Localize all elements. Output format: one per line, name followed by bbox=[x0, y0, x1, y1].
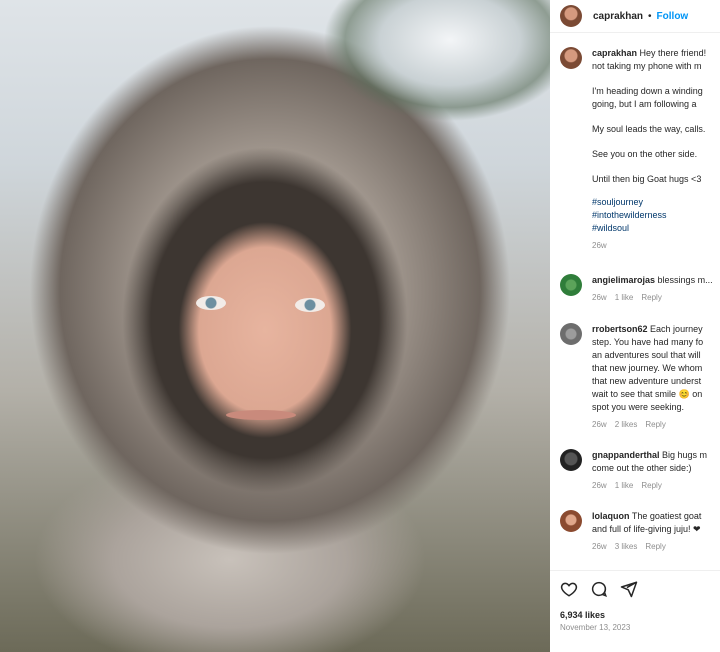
comment-item: rrobertson62 Each journey step. You have… bbox=[560, 323, 720, 431]
commenter-username[interactable]: rrobertson62 bbox=[592, 324, 648, 334]
caption-username[interactable]: caprakhan bbox=[592, 48, 637, 58]
caption-line: not taking my phone with m bbox=[592, 61, 702, 71]
comment-age: 26w bbox=[592, 481, 607, 490]
commenter-avatar[interactable] bbox=[560, 323, 582, 345]
comment-item: lolaquon The goatiest goat and full of l… bbox=[560, 510, 720, 553]
comment-item: angielimarojas blessings m... 26w 1 like R… bbox=[560, 274, 720, 304]
post-photo[interactable] bbox=[0, 0, 550, 652]
caption-line: going, but I am following a bbox=[592, 99, 697, 109]
commenter-avatar[interactable] bbox=[560, 274, 582, 296]
comment-text: spot you were seeking. bbox=[592, 402, 685, 412]
share-icon[interactable] bbox=[620, 580, 638, 603]
comment-text: step. You have had many fo bbox=[592, 337, 704, 347]
comment-text: that new journey. We whom bbox=[592, 363, 703, 373]
comment-text: come out the other side:) bbox=[592, 463, 692, 473]
caption-line: My soul leads the way, calls. bbox=[592, 124, 706, 134]
commenter-avatar[interactable] bbox=[560, 510, 582, 532]
comment-icon[interactable] bbox=[590, 580, 608, 603]
caption-line: See you on the other side. bbox=[592, 149, 698, 159]
right-eye bbox=[295, 298, 325, 312]
comment-likes[interactable]: 3 likes bbox=[615, 542, 638, 551]
heart-icon[interactable] bbox=[560, 580, 578, 603]
comment-item: gnappanderthal Big hugs m come out the o… bbox=[560, 449, 720, 492]
comment-age: 26w bbox=[592, 420, 607, 429]
comment-text: blessings m... bbox=[657, 275, 713, 285]
commenter-username[interactable]: gnappanderthal bbox=[592, 450, 660, 460]
post-header: caprakhan • Follow bbox=[550, 0, 720, 33]
reply-button[interactable]: Reply bbox=[641, 481, 661, 490]
comment-text: that new adventure underst bbox=[592, 376, 702, 386]
comment-text: wait to see that smile 😊 on bbox=[592, 389, 703, 399]
caption-line: Until then big Goat hugs <3 bbox=[592, 174, 702, 184]
likes-count[interactable]: 6,934 likes bbox=[560, 610, 710, 620]
comment-text: and full of life-giving juju! ❤ bbox=[592, 524, 701, 534]
comment-age: 26w bbox=[592, 542, 607, 551]
reply-button[interactable]: Reply bbox=[641, 293, 661, 302]
author-username[interactable]: caprakhan bbox=[593, 11, 643, 22]
post-side-panel: caprakhan • Follow caprakhan Hey there f… bbox=[550, 0, 720, 652]
mouth bbox=[226, 410, 296, 420]
caption-age: 26w bbox=[592, 241, 607, 250]
commenter-username[interactable]: lolaquon bbox=[592, 511, 630, 521]
comment-text: an adventures soul that will bbox=[592, 350, 701, 360]
reply-button[interactable]: Reply bbox=[645, 542, 665, 551]
caption-line: Hey there friend! bbox=[639, 48, 707, 58]
comment-age: 26w bbox=[592, 293, 607, 302]
comment-text: Big hugs m bbox=[662, 450, 708, 460]
comment-likes[interactable]: 2 likes bbox=[615, 420, 638, 429]
hashtag-link[interactable]: #wildsoul bbox=[592, 222, 706, 235]
author-avatar[interactable] bbox=[560, 5, 582, 27]
reply-button[interactable]: Reply bbox=[645, 420, 665, 429]
comment-text: Each journey bbox=[650, 324, 703, 334]
left-eye bbox=[196, 296, 226, 310]
commenter-avatar[interactable] bbox=[560, 449, 582, 471]
snowy-tree-background bbox=[260, 0, 550, 180]
follow-button[interactable]: Follow bbox=[657, 11, 689, 22]
hashtag-link[interactable]: #intothewilderness bbox=[592, 209, 706, 222]
comment-text: The goatiest goat bbox=[631, 511, 702, 521]
comment-likes[interactable]: 1 like bbox=[615, 293, 634, 302]
post-actions: 6,934 likes November 13, 2023 bbox=[550, 570, 720, 652]
post-date: November 13, 2023 bbox=[560, 623, 631, 632]
comment-likes[interactable]: 1 like bbox=[615, 481, 634, 490]
hashtag-link[interactable]: #souljourney bbox=[592, 196, 706, 209]
caption-line: I'm heading down a winding bbox=[592, 86, 703, 96]
post-caption: caprakhan Hey there friend! not taking m… bbox=[560, 47, 720, 252]
caption-avatar[interactable] bbox=[560, 47, 582, 69]
commenter-username[interactable]: angielimarojas bbox=[592, 275, 655, 285]
separator-dot: • bbox=[648, 10, 652, 22]
